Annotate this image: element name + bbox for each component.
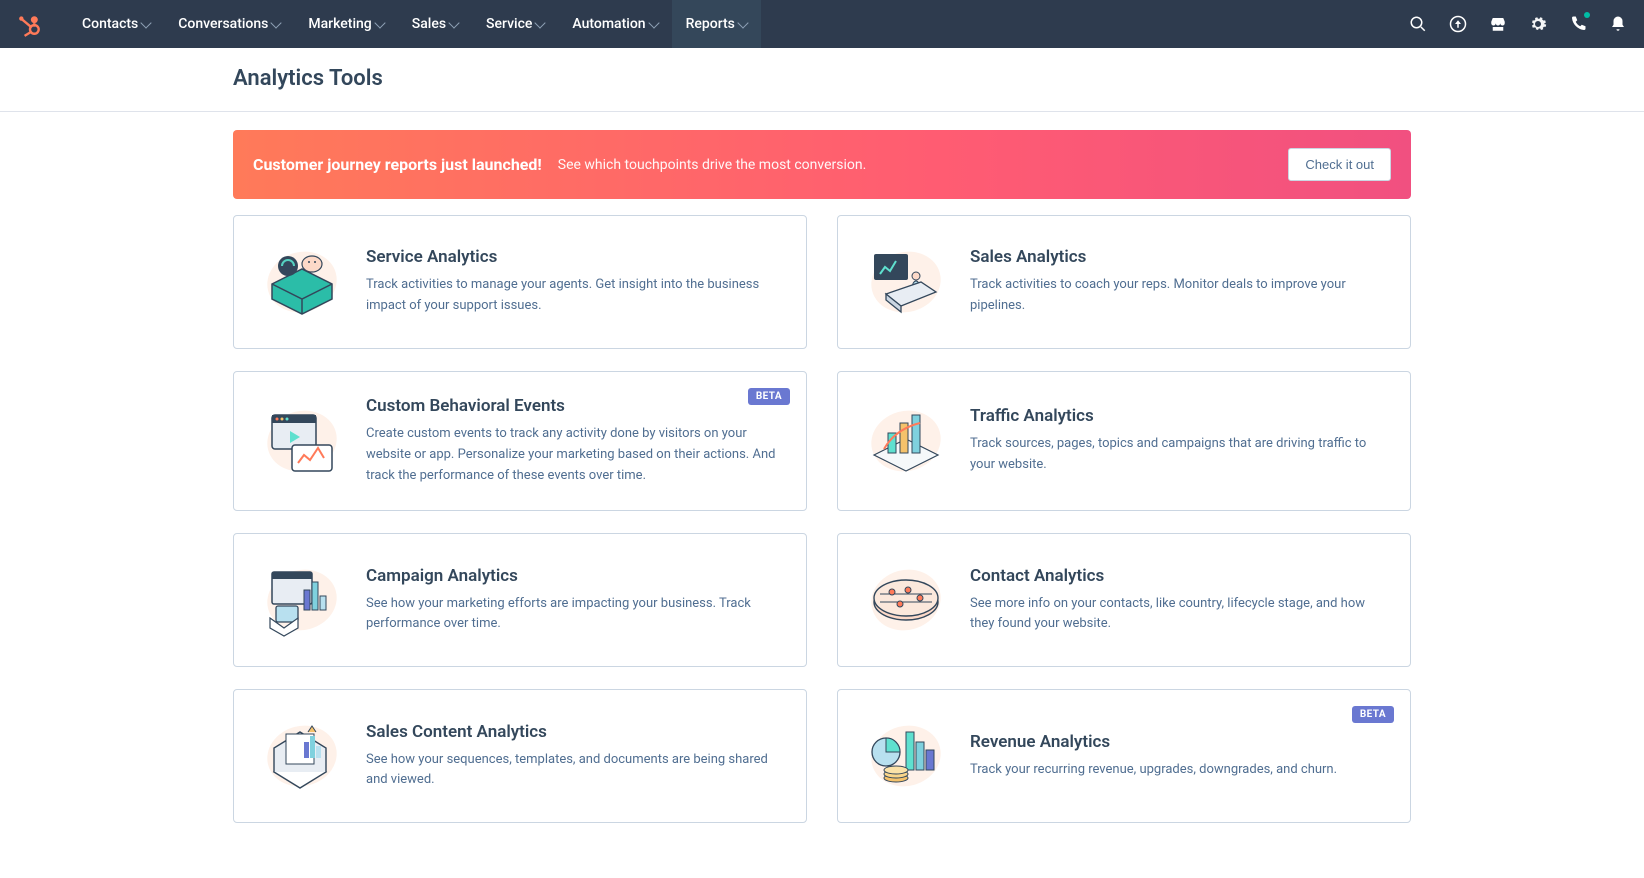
nav-reports[interactable]: Reports: [672, 0, 761, 48]
banner-title: Customer journey reports just launched!: [253, 155, 542, 174]
card-desc: See more info on your contacts, like cou…: [970, 594, 1384, 636]
card-sales-content-analytics[interactable]: Sales Content Analytics See how your seq…: [233, 689, 807, 823]
page-title: Analytics Tools: [233, 66, 1411, 91]
card-desc: Track activities to coach your reps. Mon…: [970, 275, 1384, 317]
settings-icon[interactable]: [1528, 14, 1548, 34]
card-title: Contact Analytics: [970, 566, 1384, 586]
banner-check-it-out-button[interactable]: Check it out: [1288, 148, 1391, 181]
nav-conversations[interactable]: Conversations: [164, 0, 294, 48]
banner-subtitle: See which touchpoints drive the most con…: [558, 157, 1289, 173]
traffic-analytics-icon: [864, 399, 948, 483]
card-title: Service Analytics: [366, 247, 780, 267]
card-desc: Track your recurring revenue, upgrades, …: [970, 760, 1384, 781]
phone-icon[interactable]: [1568, 14, 1588, 34]
promo-banner: Customer journey reports just launched! …: [233, 130, 1411, 199]
chevron-down-icon: [448, 17, 459, 28]
service-analytics-icon: [260, 240, 344, 324]
nav-label: Sales: [412, 16, 446, 32]
top-nav: Contacts Conversations Marketing Sales S…: [0, 0, 1644, 48]
sales-analytics-icon: [864, 240, 948, 324]
nav-label: Conversations: [178, 16, 268, 32]
card-campaign-analytics[interactable]: Campaign Analytics See how your marketin…: [233, 533, 807, 667]
campaign-analytics-icon: [260, 558, 344, 642]
card-desc: See how your sequences, templates, and d…: [366, 750, 780, 792]
card-contact-analytics[interactable]: Contact Analytics See more info on your …: [837, 533, 1411, 667]
card-desc: Track activities to manage your agents. …: [366, 275, 780, 317]
card-revenue-analytics[interactable]: BETA Revenue Analytics Track your recurr…: [837, 689, 1411, 823]
card-service-analytics[interactable]: Service Analytics Track activities to ma…: [233, 215, 807, 349]
chevron-down-icon: [271, 17, 282, 28]
card-title: Sales Content Analytics: [366, 722, 780, 742]
nav-label: Reports: [686, 16, 735, 32]
nav-automation[interactable]: Automation: [558, 0, 671, 48]
page-header: Analytics Tools: [0, 48, 1644, 112]
notifications-icon[interactable]: [1608, 14, 1628, 34]
custom-behavioral-events-icon: [260, 399, 344, 483]
card-sales-analytics[interactable]: Sales Analytics Track activities to coac…: [837, 215, 1411, 349]
search-icon[interactable]: [1408, 14, 1428, 34]
beta-badge: BETA: [1352, 706, 1394, 723]
revenue-analytics-icon: [864, 714, 948, 798]
card-custom-behavioral-events[interactable]: BETA Custom Behavioral Events Create cus…: [233, 371, 807, 511]
chevron-down-icon: [374, 17, 385, 28]
card-desc: Track sources, pages, topics and campaig…: [970, 434, 1384, 476]
cards-grid: Service Analytics Track activities to ma…: [233, 215, 1411, 853]
nav-marketing[interactable]: Marketing: [294, 0, 397, 48]
card-title: Custom Behavioral Events: [366, 396, 780, 416]
card-traffic-analytics[interactable]: Traffic Analytics Track sources, pages, …: [837, 371, 1411, 511]
sales-content-analytics-icon: [260, 714, 344, 798]
chevron-down-icon: [648, 17, 659, 28]
nav-label: Automation: [572, 16, 645, 32]
card-title: Campaign Analytics: [366, 566, 780, 586]
beta-badge: BETA: [748, 388, 790, 405]
nav-label: Contacts: [82, 16, 138, 32]
card-title: Revenue Analytics: [970, 732, 1384, 752]
upgrade-icon[interactable]: [1448, 14, 1468, 34]
chevron-down-icon: [141, 17, 152, 28]
marketplace-icon[interactable]: [1488, 14, 1508, 34]
card-title: Sales Analytics: [970, 247, 1384, 267]
card-title: Traffic Analytics: [970, 406, 1384, 426]
nav-contacts[interactable]: Contacts: [68, 0, 164, 48]
nav-service[interactable]: Service: [472, 0, 558, 48]
contact-analytics-icon: [864, 558, 948, 642]
nav-sales[interactable]: Sales: [398, 0, 472, 48]
chevron-down-icon: [737, 17, 748, 28]
hubspot-logo[interactable]: [16, 10, 44, 38]
nav-label: Marketing: [308, 16, 371, 32]
nav-label: Service: [486, 16, 532, 32]
card-desc: Create custom events to track any activi…: [366, 424, 780, 486]
card-desc: See how your marketing efforts are impac…: [366, 594, 780, 636]
chevron-down-icon: [535, 17, 546, 28]
